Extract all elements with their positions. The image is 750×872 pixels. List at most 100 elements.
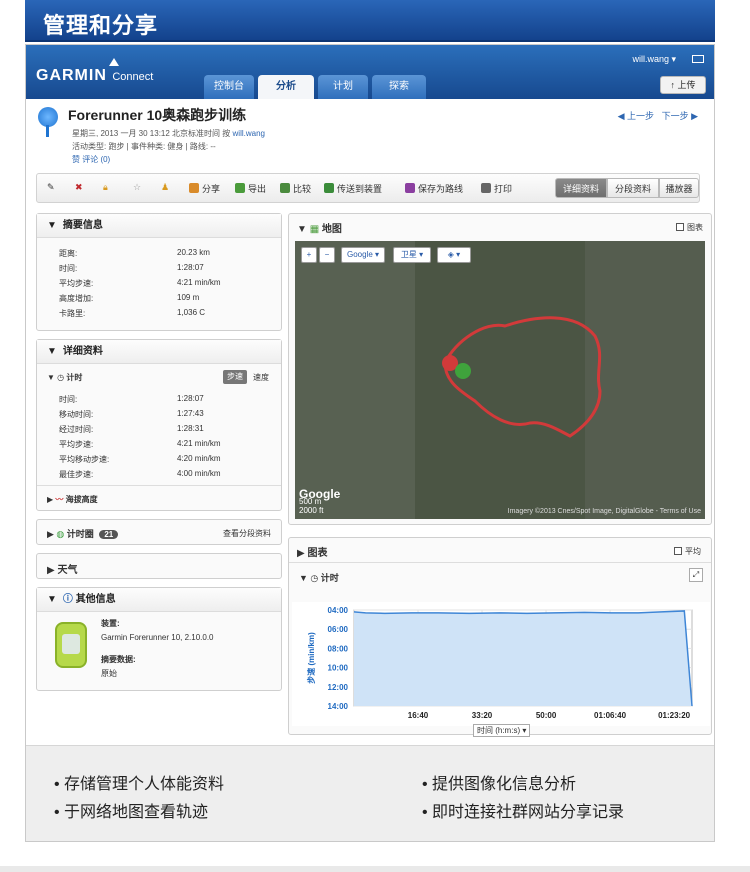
expand-chart-icon[interactable]: ⤢ [689, 568, 703, 582]
elevation-title: 海拔高度 [65, 495, 98, 504]
compare-button[interactable]: 比较 [280, 182, 311, 195]
share-icon [189, 183, 199, 193]
zoom-in-button[interactable]: + [301, 247, 317, 263]
details-panel: ▼ 详细资料 ▼ ◷ 计时 步速 速度 时间: 1:28:07 移动时间: 1:27:… [36, 339, 282, 511]
urban-area [295, 241, 415, 519]
row-label: 高度增加: [59, 294, 94, 303]
view-details-button[interactable]: 详细资料 [555, 178, 607, 198]
expand-triangle-icon: ▶ [47, 529, 57, 539]
google-watermark: Google [299, 487, 341, 501]
x-tick-label: 50:00 [536, 711, 557, 720]
watch-image [55, 622, 87, 668]
row-value: 4:21 min/km [177, 439, 221, 448]
pace-toggle[interactable]: 步速 [223, 370, 247, 384]
row-label: 时间: [59, 395, 78, 404]
layers-button[interactable]: ◈ ▾ [437, 247, 471, 263]
garmin-logo[interactable]: GARMIN Connect [36, 58, 154, 85]
other-info-header[interactable]: ▼ ⓘ 其他信息 [37, 588, 281, 612]
view-player-button[interactable]: 播放器 [659, 178, 699, 198]
view-splits-link[interactable]: 查看分段资料 [223, 528, 271, 539]
laps-count-badge: 21 [99, 530, 119, 539]
prev-link[interactable]: 上一步 [627, 111, 654, 121]
pace-chart[interactable]: 04:00 06:00 08:00 10:00 12:00 14:00 16:40 33:20… [292, 602, 710, 726]
urban-area [585, 241, 705, 519]
next-link[interactable]: 下一步 [662, 111, 689, 121]
smooth-toggle[interactable]: 平均 [674, 546, 701, 557]
tab-plan[interactable]: 计划 [318, 75, 368, 99]
elevation-section[interactable]: ▶ 〰 海拔高度 [47, 494, 277, 505]
map-overlay [295, 241, 705, 519]
export-button[interactable]: 导出 [235, 182, 266, 195]
summary-panel: ▼ 摘要信息 距离: 20.23 km 时间: 1:28:07 平均步速: 4:21 m… [36, 213, 282, 331]
banner-title: 管理和分享 [43, 13, 159, 38]
upload-label: 上传 [677, 80, 696, 90]
laps-panel[interactable]: ▶ ◍ 计时圈 21 查看分段资料 [36, 519, 282, 545]
activity-user-link[interactable]: will.wang [233, 129, 265, 138]
map-header[interactable]: ▼ ▦ 地图 [297, 220, 342, 235]
page-banner: 管理和分享 [25, 0, 715, 42]
like-comment-link[interactable]: 赞 评论 (0) [72, 153, 265, 166]
other-info-title: 其他信息 [75, 594, 116, 605]
details-header[interactable]: ▼ 详细资料 [37, 340, 281, 364]
smooth-checkbox[interactable] [674, 547, 682, 555]
activity-header: Forerunner 10奥森跑步训练 星期三, 2013 一月 30 13:1… [26, 99, 714, 169]
tab-analysis[interactable]: 分析 [258, 75, 314, 99]
map-panel: ▼ ▦ 地图 图表 + − Google ▾ 卫星 ▾ ◈ ▾ 500 m 20… [288, 213, 712, 525]
charts-panel: ▶ 图表 平均 ▼ ◷ 计时 ⤢ 04:00 06:00 08:00 10:00 12:… [288, 537, 712, 737]
expand-triangle-icon: ▶ [47, 565, 58, 576]
brand-sub: Connect [112, 71, 154, 83]
speed-toggle[interactable]: 速度 [253, 372, 269, 383]
start-marker[interactable] [455, 363, 471, 379]
y-tick-label: 10:00 [328, 664, 349, 673]
weather-panel[interactable]: ▶ 天气 [36, 553, 282, 579]
weather-title: 天气 [57, 565, 78, 576]
charts-title: 图表 [307, 548, 328, 559]
x-axis-select[interactable]: 时间 (h:m:s) ▾ [473, 724, 531, 737]
collapse-triangle-icon: ▼ [47, 346, 57, 357]
smooth-label: 平均 [685, 547, 701, 556]
summary-header[interactable]: ▼ 摘要信息 [37, 214, 281, 238]
bottom-bar [0, 866, 750, 872]
delete-icon[interactable]: ✖ [75, 182, 83, 193]
favorite-star-icon[interactable]: ☆ [133, 182, 141, 193]
satellite-map[interactable]: + − Google ▾ 卫星 ▾ ◈ ▾ 500 m 2000 ft Goog… [295, 241, 705, 519]
person-icon[interactable]: ♟ [161, 182, 169, 193]
row-value: 4:21 min/km [177, 278, 221, 287]
x-tick-label: 33:20 [472, 711, 493, 720]
device-label: 装置: [101, 619, 120, 628]
row-value: 109 m [177, 293, 200, 302]
mail-icon[interactable] [692, 55, 704, 63]
print-button[interactable]: 打印 [481, 182, 512, 195]
timing-chart-header[interactable]: ▼ ◷ 计时 [299, 571, 339, 584]
activity-title[interactable]: Forerunner 10奥森跑步训练 [68, 105, 246, 125]
charts-header[interactable]: ▶ 图表 [297, 544, 327, 559]
tab-dashboard[interactable]: 控制台 [204, 75, 254, 99]
view-splits-button[interactable]: 分段资料 [607, 178, 659, 198]
row-value: 1:28:31 [177, 424, 204, 433]
activity-nav: ◀ 上一步 下一步 ▶ [618, 109, 698, 122]
share-button[interactable]: 分享 [189, 182, 220, 195]
print-label: 打印 [494, 184, 513, 194]
lock-icon[interactable]: 🔒︎ [103, 182, 108, 193]
map-icon: ▦ [309, 224, 322, 235]
zoom-out-button[interactable]: − [319, 247, 335, 263]
row-label: 最佳步速: [59, 470, 94, 479]
legend-toggle[interactable]: 图表 [676, 222, 703, 233]
pace-area [354, 610, 692, 706]
edit-icon[interactable]: ✎ [47, 182, 55, 193]
app-window: GARMIN Connect 控制台 分析 计划 探索 will.wang ▾ … [25, 44, 715, 842]
x-axis-label: 时间 (h:m:s) [477, 726, 521, 735]
save-course-button[interactable]: 保存为路线 [405, 182, 463, 195]
weather-header: ▶ 天气 [47, 561, 77, 576]
provider-label: Google [346, 250, 373, 259]
send-to-device-button[interactable]: 传送到装置 [324, 182, 382, 195]
map-provider-select[interactable]: Google ▾ [341, 247, 385, 263]
tab-explore[interactable]: 探索 [372, 75, 426, 99]
laps-icon: ◍ [56, 529, 67, 539]
map-copyright[interactable]: Imagery ©2013 Cnes/Spot Image, DigitalGl… [508, 508, 701, 515]
map-layer-select[interactable]: 卫星 ▾ [393, 247, 431, 263]
row-label: 平均步速: [59, 279, 94, 288]
upload-button[interactable]: ↑ 上传 [660, 76, 706, 94]
legend-checkbox[interactable] [676, 223, 684, 231]
user-menu[interactable]: will.wang ▾ [632, 54, 676, 65]
